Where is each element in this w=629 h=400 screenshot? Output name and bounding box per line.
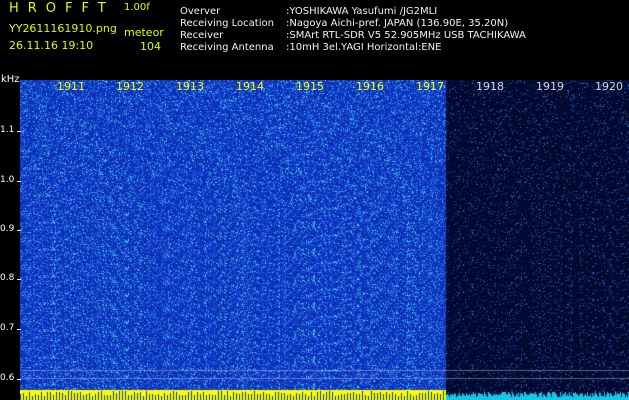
info-label-observer: Overver: [180, 6, 221, 17]
freq-tick: [17, 279, 21, 280]
freq-label: 1.1: [0, 125, 15, 135]
time-label: 1919: [536, 80, 564, 93]
info-label-receiver: Receiver: [180, 30, 224, 41]
frequency-unit: kHz: [1, 74, 20, 85]
time-label: 1914: [236, 80, 264, 93]
info-value-observer: :YOSHIKAWA Yasufumi /JG2MLI: [286, 6, 438, 17]
freq-label: 0.6: [0, 373, 15, 383]
app-title: HROFFT: [9, 1, 115, 16]
detection-count: 104: [140, 40, 161, 53]
app-version: 1.00f: [124, 2, 150, 13]
file-name: YY2611161910.png: [9, 22, 117, 35]
spectrogram-canvas: [20, 80, 629, 400]
info-value-receiver: :SMArt RTL-SDR V5 52.905MHz USB TACHIKAW…: [286, 30, 526, 41]
info-label-antenna: Receiving Antenna: [180, 42, 274, 53]
freq-tick: [17, 131, 21, 132]
freq-tick: [17, 329, 21, 330]
timestamp: 26.11.16 19:10: [9, 39, 94, 52]
freq-label: 0.7: [0, 323, 15, 333]
info-value-location: :Nagoya Aichi-pref. JAPAN (136.90E, 35.2…: [286, 18, 509, 29]
info-value-antenna: :10mH 3el.YAGI Horizontal:ENE: [286, 42, 442, 53]
freq-label: 0.8: [0, 273, 15, 283]
freq-label: 0.9: [0, 224, 15, 234]
freq-label: 1.0: [0, 175, 15, 185]
freq-tick: [17, 181, 21, 182]
info-label-location: Receiving Location: [180, 18, 274, 29]
freq-tick: [17, 230, 21, 231]
time-label: 1911: [57, 80, 85, 93]
time-label: 1918: [476, 80, 504, 93]
time-label: 1913: [176, 80, 204, 93]
time-label: 1912: [116, 80, 144, 93]
mode-label: meteor: [124, 26, 164, 39]
freq-tick: [17, 379, 21, 380]
time-label: 1920: [595, 80, 623, 93]
time-label: 1917: [416, 80, 444, 93]
time-label: 1916: [356, 80, 384, 93]
time-label: 1915: [296, 80, 324, 93]
